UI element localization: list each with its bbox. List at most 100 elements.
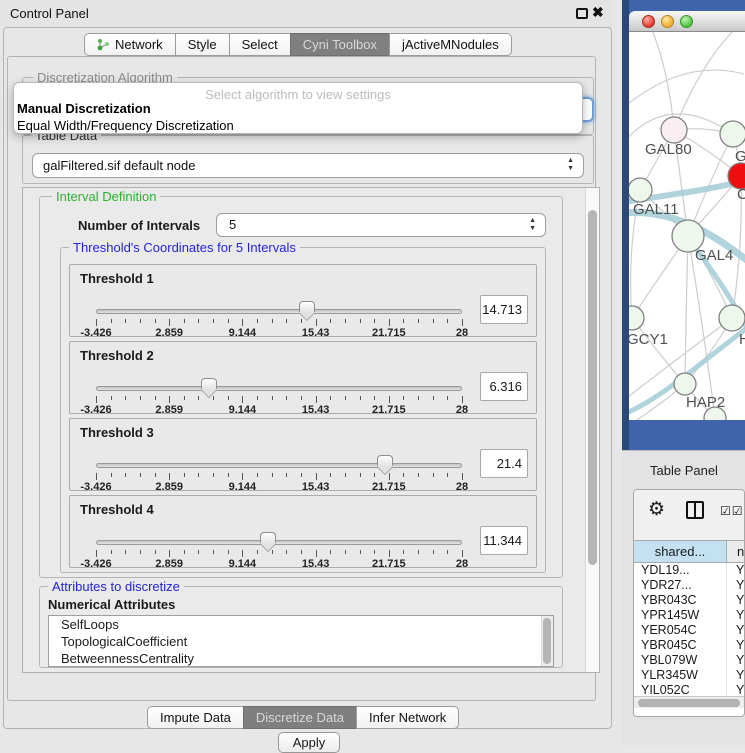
tab-select[interactable]: Select [229,33,291,56]
close-icon[interactable]: ✖ [592,4,604,21]
slider-tick-label: 9.144 [229,404,257,416]
table-row[interactable]: YER054CYER0 [634,623,744,638]
column-header-shared-name[interactable]: shared... [634,541,727,562]
slider-track[interactable] [96,463,462,468]
cell-shared-name[interactable]: YDR27... [634,578,727,593]
threshold-value-field[interactable]: 14.713 [480,295,528,324]
table-horizontal-scrollbar-thumb[interactable] [638,699,740,707]
table-horizontal-scrollbar[interactable] [634,696,744,708]
attribute-list-item[interactable]: BetweennessCentrality [49,650,553,667]
table-row[interactable]: YIL052CYIL0 [634,683,744,696]
network-node-gal80[interactable] [661,117,687,143]
network-node-gal[interactable] [720,121,745,147]
cell-name[interactable]: YBR0 [727,593,744,608]
network-node-hap2[interactable] [674,373,696,395]
slider-track[interactable] [96,386,462,391]
zoom-traffic-light-icon[interactable] [680,15,693,28]
cell-shared-name[interactable]: YPR145W [634,608,727,623]
tab-cyni-toolbox[interactable]: Cyni Toolbox [290,33,390,56]
table-row[interactable]: YBL079WYBL0 [634,653,744,668]
network-edge[interactable] [674,32,737,130]
list-scrollbar[interactable] [541,616,553,666]
threshold-slider[interactable]: -3.4262.8599.14415.4321.71528 [96,303,462,335]
tab-impute-data[interactable]: Impute Data [147,706,244,729]
cell-shared-name[interactable]: YBL079W [634,653,727,668]
cell-shared-name[interactable]: YER054C [634,623,727,638]
table-row[interactable]: YBR045CYBR0 [634,638,744,653]
threshold-value-field[interactable]: 6.316 [480,372,528,401]
threshold-value-field[interactable]: 21.4 [480,449,528,478]
attribute-list-item[interactable]: SelfLoops [49,616,553,633]
tab-style[interactable]: Style [175,33,230,56]
gear-icon[interactable]: ⚙ [648,498,665,521]
table-row[interactable]: YLR345WYLR3 [634,668,744,683]
table-data-combo[interactable]: galFiltered.sif default node ▲▼ [32,153,584,178]
interval-definition-group: Interval Definition Number of Intervals … [39,196,563,578]
slider-handle[interactable] [201,378,217,397]
slider-track[interactable] [96,540,462,545]
network-node-label: C [737,186,745,203]
network-node-h[interactable] [719,305,745,331]
select-columns-icon[interactable]: ☑☑ [720,504,744,518]
slider-tick [316,319,317,326]
tab-discretize-data[interactable]: Discretize Data [243,706,357,729]
numerical-attributes-list[interactable]: SelfLoopsTopologicalCoefficientBetweenne… [48,615,554,667]
table-row[interactable]: YPR145WYPR1 [634,608,744,623]
cell-name[interactable]: YBR0 [727,638,744,653]
slider-track[interactable] [96,309,462,314]
close-traffic-light-icon[interactable] [642,15,655,28]
settings-scrollbar-thumb[interactable] [588,210,597,565]
threshold-value-field[interactable]: 11.344 [480,526,528,555]
slider-handle[interactable] [377,455,393,474]
cell-shared-name[interactable]: YBR045C [634,638,727,653]
number-of-intervals-combo[interactable]: 5 ▲▼ [216,213,546,237]
network-node-gal11[interactable] [629,178,652,202]
slider-tick [345,473,346,477]
cell-shared-name[interactable]: YDL19... [634,563,727,578]
cell-name[interactable]: YDR2 [727,578,744,593]
slider-tick [418,550,419,554]
cell-name[interactable]: YLR3 [727,668,744,683]
network-window-titlebar[interactable] [629,11,745,32]
network-window: GAL80GALCGAL11GAL4GCY1HHAP2 [622,0,745,450]
slider-tick-label: 15.43 [302,481,330,493]
slider-tick [169,550,170,557]
threshold-slider[interactable]: -3.4262.8599.14415.4321.71528 [96,380,462,412]
settings-scrollbar[interactable] [585,188,599,672]
list-scrollbar-thumb[interactable] [543,618,551,664]
cell-shared-name[interactable]: YLR345W [634,668,727,683]
attribute-list-item[interactable]: TopologicalCoefficient [49,633,553,650]
columns-icon[interactable] [686,501,704,519]
cell-shared-name[interactable]: YBR043C [634,593,727,608]
table-row[interactable]: YBR043CYBR0 [634,593,744,608]
network-edge[interactable] [685,236,688,384]
popup-item-manual-discretization[interactable]: Manual Discretization [17,101,151,116]
cell-name[interactable]: YER0 [727,623,744,638]
slider-tick [447,473,448,477]
threshold-slider[interactable]: -3.4262.8599.14415.4321.71528 [96,534,462,566]
cell-shared-name[interactable]: YIL052C [634,683,727,696]
slider-tick [462,396,463,403]
cell-name[interactable]: YBL0 [727,653,744,668]
float-window-icon[interactable] [576,8,588,19]
tab-jactivemnodules[interactable]: jActiveMNodules [389,33,512,56]
minimize-traffic-light-icon[interactable] [661,15,674,28]
tab-infer-network[interactable]: Infer Network [356,706,459,729]
popup-item-equal-width-frequency[interactable]: Equal Width/Frequency Discretization [17,118,234,133]
cell-name[interactable]: YIL0 [727,683,744,696]
apply-button[interactable]: Apply [278,732,340,753]
threshold-slider[interactable]: -3.4262.8599.14415.4321.71528 [96,457,462,489]
tab-network[interactable]: Network [84,33,176,56]
cell-name[interactable]: YPR1 [727,608,744,623]
slider-handle[interactable] [299,301,315,320]
table-row[interactable]: YDR27...YDR2 [634,578,744,593]
slider-tick [462,473,463,480]
network-node-gcy1[interactable] [629,306,644,330]
column-header-name[interactable]: na [727,541,744,562]
slider-handle[interactable] [260,532,276,551]
table-row[interactable]: YDL19...YDL1 [634,563,744,578]
network-canvas[interactable]: GAL80GALCGAL11GAL4GCY1HHAP2 [629,32,745,420]
cell-name[interactable]: YDL1 [727,563,744,578]
network-edge[interactable] [629,418,715,420]
slider-tick [316,396,317,403]
